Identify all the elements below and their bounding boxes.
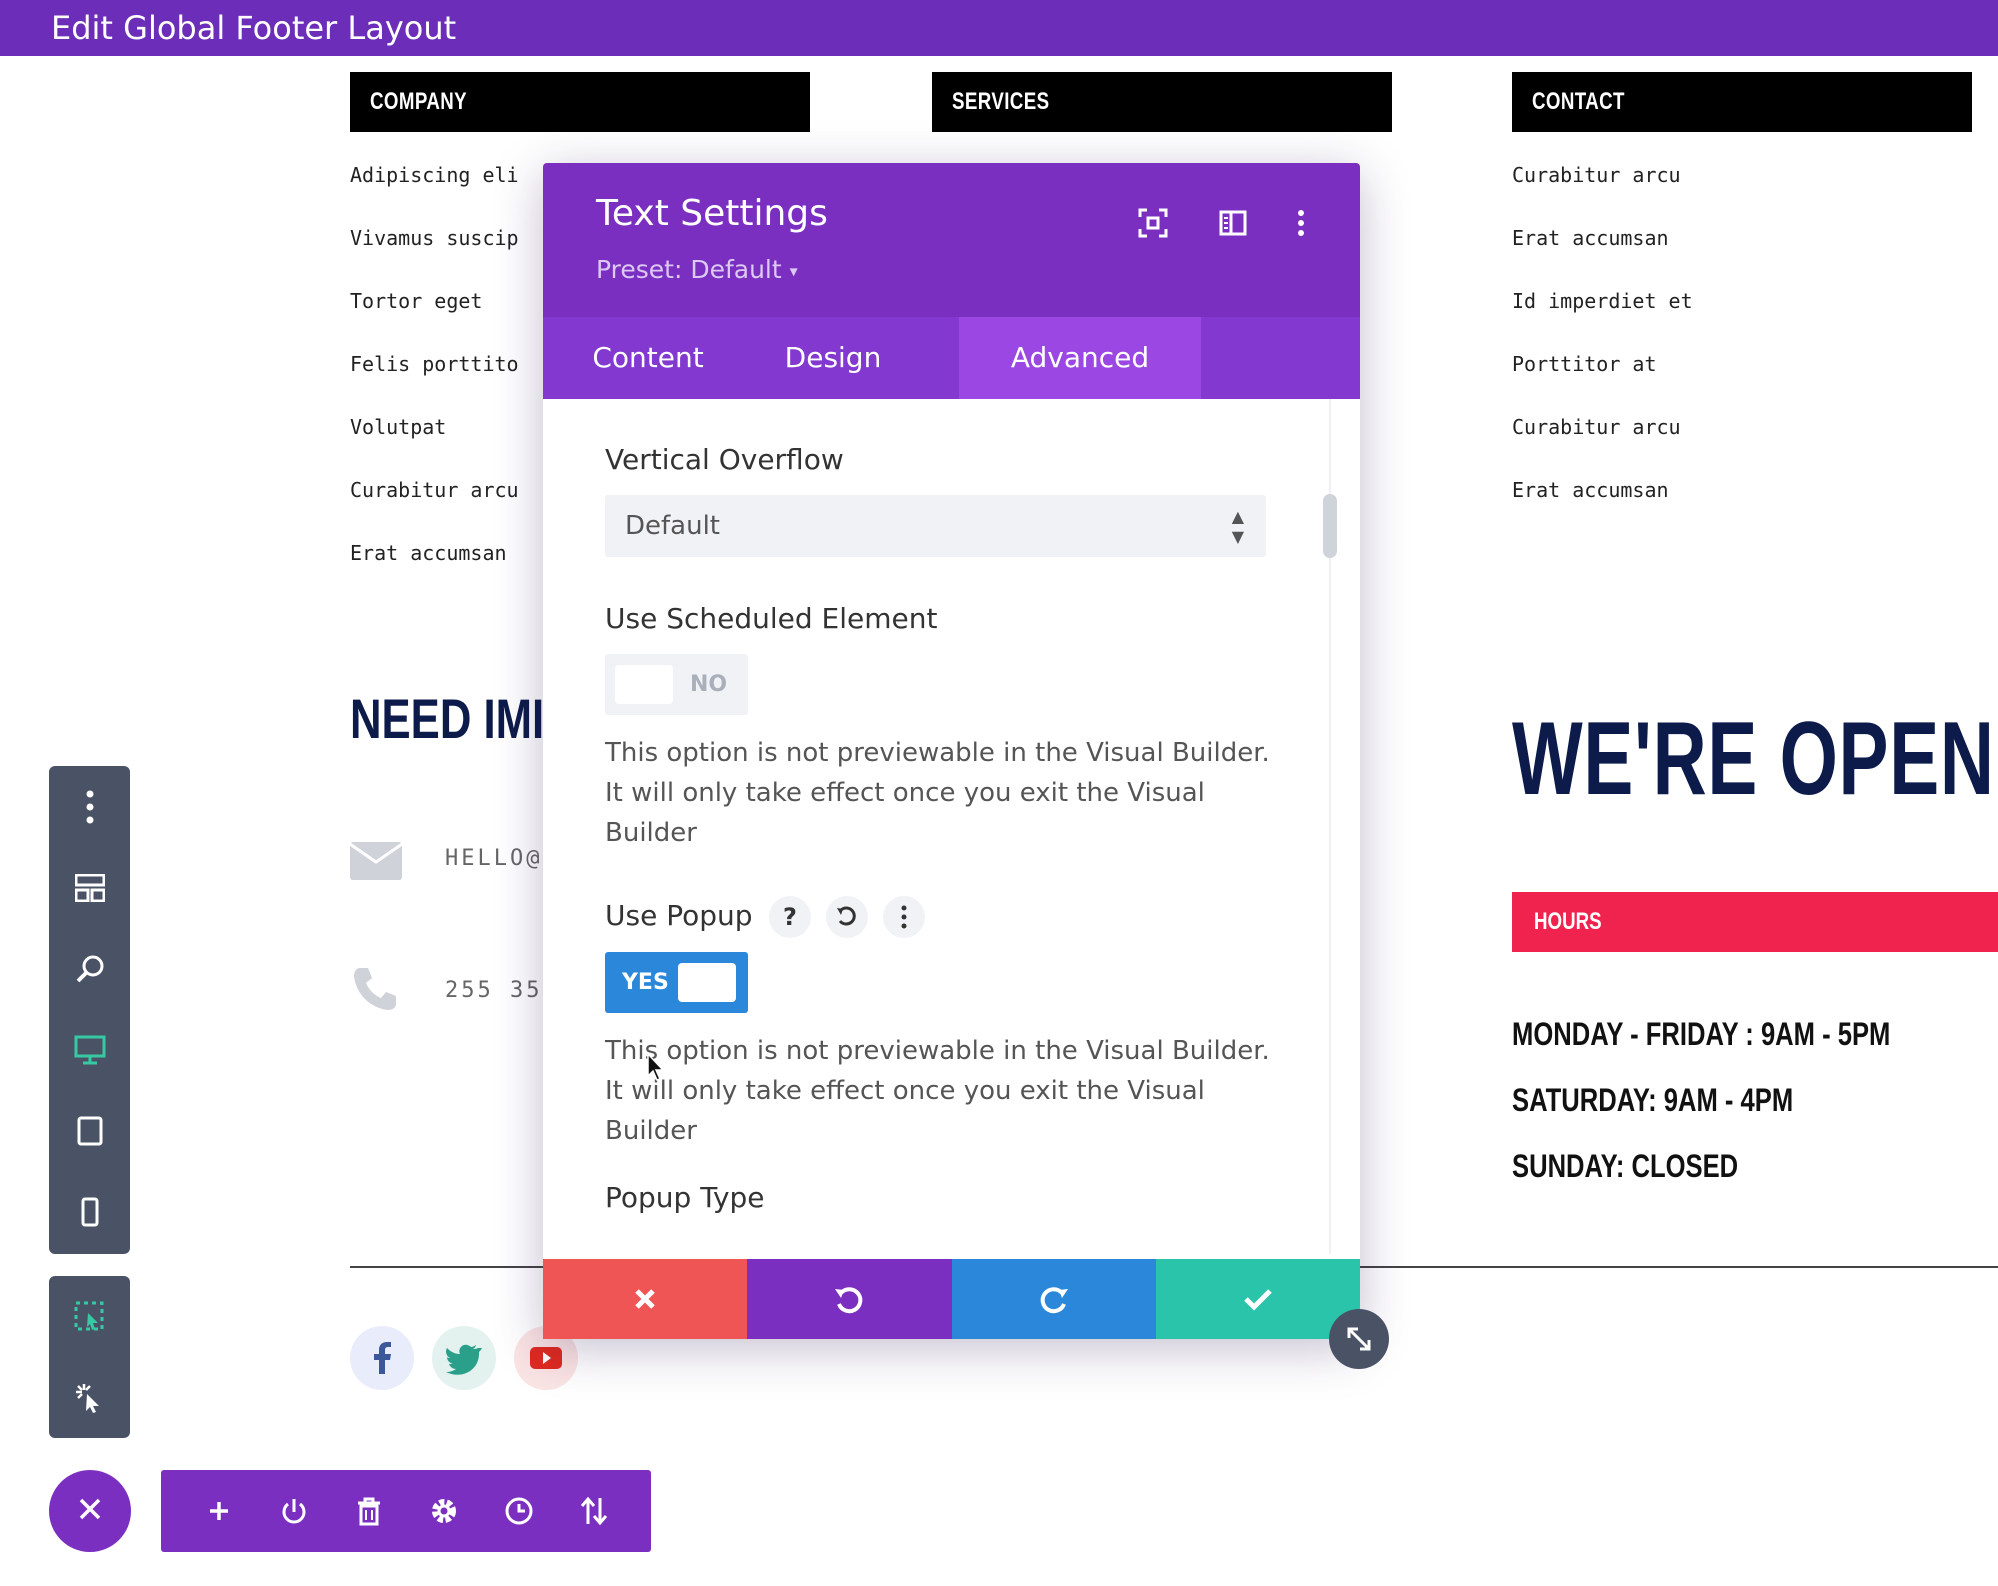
toggle-label: NO [690,672,728,697]
toggle-label: YES [622,970,669,995]
select-arrows-icon: ▲ ▼ [1231,507,1244,546]
zoom-icon[interactable] [49,928,130,1009]
more-icon[interactable] [49,766,130,847]
tab-advanced[interactable]: Advanced [959,317,1201,399]
select-icon[interactable] [49,1276,130,1357]
reset-icon[interactable] [826,896,868,938]
use-popup-toggle[interactable]: YES [605,952,748,1013]
scrollbar-thumb[interactable] [1323,494,1337,558]
help-icon[interactable]: ? [769,896,811,938]
page-actions-bar [161,1470,651,1552]
hours-line: MONDAY - FRIDAY : 9AM - 5PM [1512,1016,1891,1052]
footer-link[interactable]: Felis porttito [350,344,519,407]
fullscreen-icon[interactable] [1133,203,1173,243]
option-more-icon[interactable] [883,896,925,938]
cancel-button[interactable] [543,1259,748,1339]
select-value: Default [625,511,720,541]
mail-icon [349,842,403,884]
footer-link[interactable]: Curabitur arcu [1512,407,1693,470]
footer-link[interactable]: Curabitur arcu [350,470,519,533]
need-heading: NEED IMI [350,687,545,750]
power-icon[interactable] [274,1491,314,1531]
mode-toolbar [49,1276,130,1438]
close-builder-button[interactable] [49,1470,131,1552]
scheduled-element-label: Use Scheduled Element [605,602,938,635]
page-title: Edit Global Footer Layout [51,9,457,47]
popup-description: This option is not previewable in the Vi… [605,1036,1270,1146]
toggle-knob [615,665,673,704]
hours-bar: HOURS [1512,892,1998,952]
tablet-icon[interactable] [49,1090,130,1171]
popup-type-label: Popup Type [605,1181,765,1214]
click-mode-icon[interactable] [49,1357,130,1438]
preset-dropdown[interactable]: Preset: Default ▾ [596,255,798,284]
resize-handle-icon[interactable] [1329,1309,1389,1369]
phone-view-icon[interactable] [49,1171,130,1252]
footer-link[interactable]: Adipiscing eli [350,155,519,218]
footer-link[interactable]: Id imperdiet et [1512,281,1693,344]
footer-link[interactable]: Erat accumsan [1512,470,1693,533]
hours-line: SUNDAY: CLOSED [1512,1148,1739,1184]
add-icon[interactable] [199,1491,239,1531]
footer-link[interactable]: Tortor eget [350,281,519,344]
footer-link[interactable]: Porttitor at [1512,344,1693,407]
column-header-contact: CONTACT [1512,72,1972,132]
preset-label: Preset: Default [596,255,782,284]
redo-button[interactable] [951,1259,1156,1339]
use-popup-label: Use Popup [605,899,753,932]
phone-text[interactable]: 255 35 [445,978,542,1003]
column-header-services: SERVICES [932,72,1392,132]
top-bar: Edit Global Footer Layout [0,0,1998,56]
split-view-icon[interactable] [1213,203,1253,243]
email-text[interactable]: HELLO@ [445,846,542,871]
scheduled-element-toggle[interactable]: NO [605,654,748,715]
history-icon[interactable] [499,1491,539,1531]
contact-links: Curabitur arcu Erat accumsan Id imperdie… [1512,155,1693,533]
hours-line: SATURDAY: 9AM - 4PM [1512,1082,1794,1118]
facebook-icon[interactable] [350,1326,414,1390]
view-toolbar [49,766,130,1254]
modal-more-icon[interactable] [1281,203,1321,243]
company-links: Adipiscing eli Vivamus suscip Tortor ege… [350,155,519,596]
caret-down-icon: ▾ [789,261,798,281]
settings-tabs: Content Design Advanced [543,317,1360,399]
open-heading: WE'RE OPEN [1512,701,1995,817]
gear-icon[interactable] [424,1491,464,1531]
twitter-icon[interactable] [432,1326,496,1390]
modal-title: Text Settings [596,193,828,234]
layers-icon[interactable] [49,847,130,928]
undo-button[interactable] [747,1259,952,1339]
modal-actions [543,1259,1360,1339]
modal-body: Vertical Overflow Default ▲ ▼ Use Schedul… [543,399,1360,1254]
footer-link[interactable]: Volutpat [350,407,519,470]
mouse-cursor-icon [646,1052,666,1086]
desktop-icon[interactable] [49,1009,130,1090]
footer-link[interactable]: Vivamus suscip [350,218,519,281]
tab-content[interactable]: Content [573,317,723,399]
footer-link[interactable]: Curabitur arcu [1512,155,1693,218]
vertical-overflow-label: Vertical Overflow [605,443,844,476]
save-button[interactable] [1155,1259,1360,1339]
toggle-knob [678,963,736,1002]
phone-icon [352,966,398,1016]
trash-icon[interactable] [349,1491,389,1531]
scheduled-description: This option is not previewable in the Vi… [605,738,1270,848]
footer-link[interactable]: Erat accumsan [1512,218,1693,281]
sort-icon[interactable] [574,1491,614,1531]
modal-header: Text Settings Preset: Default ▾ [543,163,1360,317]
text-settings-modal: Text Settings Preset: Default ▾ Content … [543,163,1360,1339]
footer-link[interactable]: Erat accumsan [350,533,519,596]
vertical-overflow-select[interactable]: Default ▲ ▼ [605,495,1266,557]
column-header-company: COMPANY [350,72,810,132]
tab-design[interactable]: Design [758,317,908,399]
